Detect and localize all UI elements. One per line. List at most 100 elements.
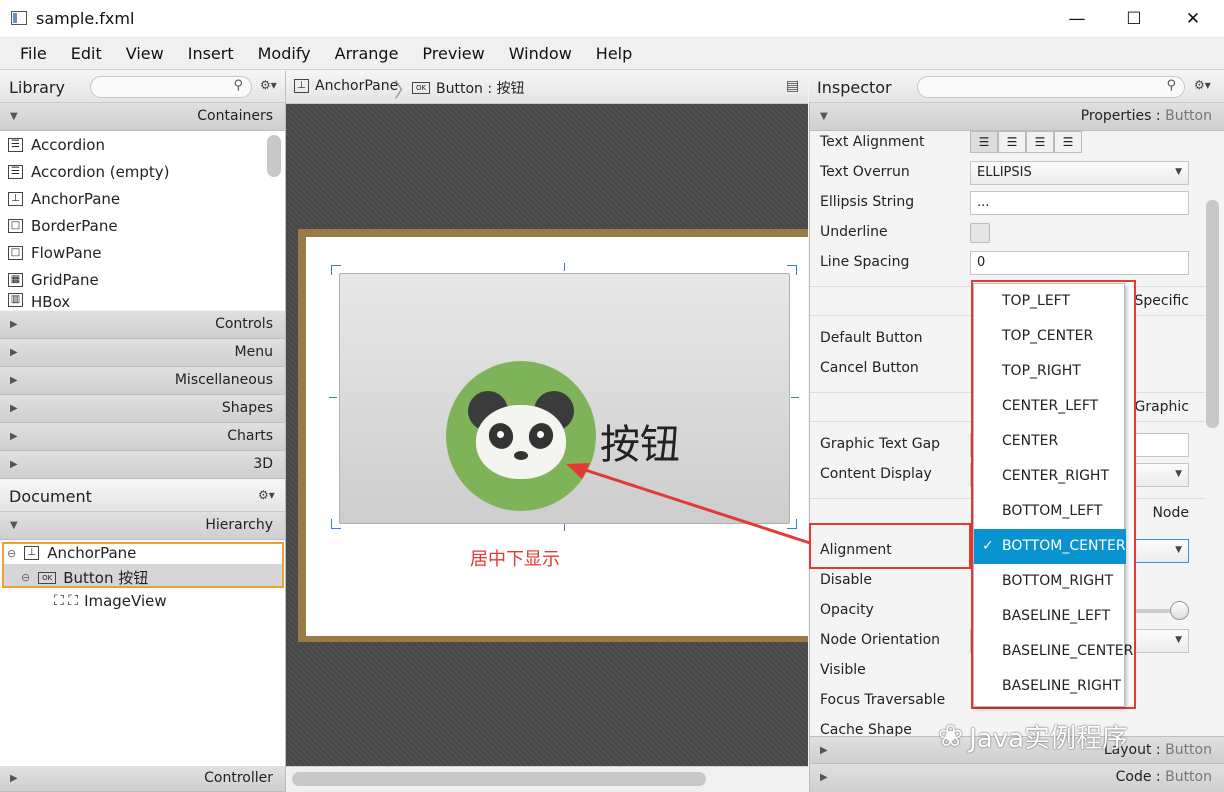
library-item-flowpane[interactable]: □ FlowPane <box>8 239 102 266</box>
expand-triangle-icon: ▶ <box>10 459 18 470</box>
row-text-alignment: Text Alignment ☰ ☰ ☰ ☰ <box>810 128 1210 158</box>
section-charts[interactable]: ▶ Charts <box>0 423 285 451</box>
collapse-icon: ⊖ <box>21 571 31 584</box>
expand-triangle-icon: ▶ <box>10 375 18 386</box>
collapse-icon: ⊖ <box>7 546 17 560</box>
align-justify-icon[interactable]: ☰ <box>1054 131 1082 153</box>
document-settings-gear-icon[interactable]: ⚙▾ <box>258 488 275 502</box>
ellipsis-string-field[interactable]: ... <box>970 191 1189 215</box>
document-title: Document <box>9 487 92 506</box>
anchorpane-icon: ⊥ <box>294 79 309 93</box>
title-bar: sample.fxml — ☐ ✕ <box>0 0 1224 38</box>
alignment-option-bottom-left[interactable]: BOTTOM_LEFT <box>974 494 1126 529</box>
flowpane-icon: □ <box>8 245 23 260</box>
library-item-accordion-empty[interactable]: ☰ Accordion (empty) <box>8 158 170 185</box>
canvas-hscrollbar[interactable] <box>292 772 706 786</box>
alignment-option-baseline-left[interactable]: BASELINE_LEFT <box>974 599 1126 634</box>
expand-triangle-icon: ▶ <box>10 773 18 784</box>
inspector-settings-gear-icon[interactable]: ⚙▾ <box>1194 78 1211 92</box>
tree-node-anchorpane[interactable]: ⊖ ⊥ AnchorPane <box>7 544 136 562</box>
window-title: sample.fxml <box>36 9 135 28</box>
section-controller[interactable]: ▶ Controller <box>0 766 285 792</box>
text-overrun-select[interactable]: ELLIPSIS <box>970 161 1189 185</box>
menu-window[interactable]: Window <box>509 44 572 63</box>
expand-triangle-icon: ▶ <box>10 319 18 330</box>
breadcrumb-button[interactable]: OK Button : 按钮 <box>412 78 525 98</box>
code-section[interactable]: ▶ Code : Button <box>810 764 1224 792</box>
library-item-gridpane[interactable]: ▦ GridPane <box>8 266 99 293</box>
inspector-search-input[interactable]: ⚲ <box>917 76 1185 98</box>
library-item-hbox[interactable]: ▥ HBox <box>8 293 70 310</box>
wechat-icon: ❀ <box>938 719 964 754</box>
alignment-option-center-right[interactable]: CENTER_RIGHT <box>974 459 1126 494</box>
text-alignment-buttons: ☰ ☰ ☰ ☰ <box>970 131 1082 153</box>
menu-file[interactable]: File <box>20 44 47 63</box>
alignment-option-baseline-right[interactable]: BASELINE_RIGHT <box>974 669 1126 704</box>
menu-help[interactable]: Help <box>596 44 632 63</box>
section-shapes[interactable]: ▶ Shapes <box>0 395 285 423</box>
document-view-icon[interactable]: ▤ <box>786 78 799 94</box>
alignment-option-bottom-center[interactable]: ✓ BOTTOM_CENTER <box>974 529 1126 564</box>
minimize-button[interactable]: — <box>1048 0 1106 38</box>
tree-node-button[interactable]: ⊖ OK Button 按钮 <box>21 567 148 588</box>
library-search-input[interactable]: ⚲ <box>90 76 252 98</box>
alignment-option-top-center[interactable]: TOP_CENTER <box>974 319 1126 354</box>
maximize-button[interactable]: ☐ <box>1105 0 1163 38</box>
expand-triangle-icon: ▶ <box>10 431 18 442</box>
row-line-spacing: Line Spacing 0 <box>810 248 1210 278</box>
selection-handle[interactable] <box>564 263 565 271</box>
inspector-title: Inspector <box>817 78 892 97</box>
alignment-option-baseline-center[interactable]: BASELINE_CENTER <box>974 634 1133 669</box>
row-ellipsis-string: Ellipsis String ... <box>810 188 1210 218</box>
collapse-triangle-icon: ▼ <box>10 520 18 531</box>
section-hierarchy[interactable]: ▼ Hierarchy <box>0 512 285 540</box>
anchorpane-icon: ⊥ <box>24 546 40 560</box>
annotation-arrow <box>566 463 811 545</box>
selection-handle[interactable] <box>329 397 337 398</box>
button-ok-icon: OK <box>38 571 57 584</box>
watermark: ❀ Java实例程序 <box>938 719 1129 754</box>
properties-section[interactable]: ▼ Properties : Button <box>810 103 1224 131</box>
opacity-slider-thumb[interactable] <box>1170 601 1189 620</box>
align-center-icon[interactable]: ☰ <box>998 131 1026 153</box>
library-settings-gear-icon[interactable]: ⚙▾ <box>260 78 277 92</box>
close-button[interactable]: ✕ <box>1164 0 1222 38</box>
alignment-option-bottom-right[interactable]: BOTTOM_RIGHT <box>974 564 1126 599</box>
collapse-triangle-icon: ▼ <box>10 111 18 122</box>
align-right-icon[interactable]: ☰ <box>1026 131 1054 153</box>
alignment-dropdown: TOP_LEFT TOP_CENTER TOP_RIGHT CENTER_LEF… <box>973 283 1133 707</box>
section-miscellaneous[interactable]: ▶ Miscellaneous <box>0 367 285 395</box>
selection-handle[interactable] <box>791 397 799 398</box>
menu-preview[interactable]: Preview <box>422 44 484 63</box>
underline-checkbox[interactable] <box>970 223 990 243</box>
menu-view[interactable]: View <box>126 44 164 63</box>
library-item-anchorpane[interactable]: ⊥ AnchorPane <box>8 185 120 212</box>
section-menu[interactable]: ▶ Menu <box>0 339 285 367</box>
alignment-option-top-right[interactable]: TOP_RIGHT <box>974 354 1126 389</box>
section-containers[interactable]: ▼ Containers <box>0 103 285 131</box>
library-item-accordion[interactable]: ☰ Accordion <box>8 131 105 158</box>
menu-modify[interactable]: Modify <box>258 44 311 63</box>
alignment-option-top-left[interactable]: TOP_LEFT <box>974 284 1126 319</box>
menu-arrange[interactable]: Arrange <box>335 44 399 63</box>
menu-edit[interactable]: Edit <box>71 44 102 63</box>
section-controls[interactable]: ▶ Controls <box>0 311 285 339</box>
alignment-option-center-left[interactable]: CENTER_LEFT <box>974 389 1126 424</box>
breadcrumb-separator-icon: 〉 <box>394 78 414 102</box>
alignment-option-center[interactable]: CENTER <box>974 424 1126 459</box>
panda-pupil <box>537 431 544 438</box>
collapse-triangle-icon: ▼ <box>820 111 828 122</box>
hbox-icon: ▥ <box>8 293 23 307</box>
library-item-borderpane[interactable]: □ BorderPane <box>8 212 118 239</box>
section-3d[interactable]: ▶ 3D <box>0 451 285 479</box>
line-spacing-field[interactable]: 0 <box>970 251 1189 275</box>
borderpane-icon: □ <box>8 218 23 233</box>
breadcrumb-bar: ⊥ AnchorPane 〉 OK Button : 按钮 ▤ <box>286 71 808 104</box>
breadcrumb-anchorpane[interactable]: ⊥ AnchorPane <box>294 78 398 94</box>
tree-node-imageview[interactable]: ⛶ ⛶ ImageView <box>54 592 167 610</box>
annotation-text: 居中下显示 <box>470 549 560 570</box>
library-scrollbar[interactable] <box>267 135 281 177</box>
align-left-icon[interactable]: ☰ <box>970 131 998 153</box>
panda-pupil <box>497 431 504 438</box>
menu-insert[interactable]: Insert <box>188 44 234 63</box>
